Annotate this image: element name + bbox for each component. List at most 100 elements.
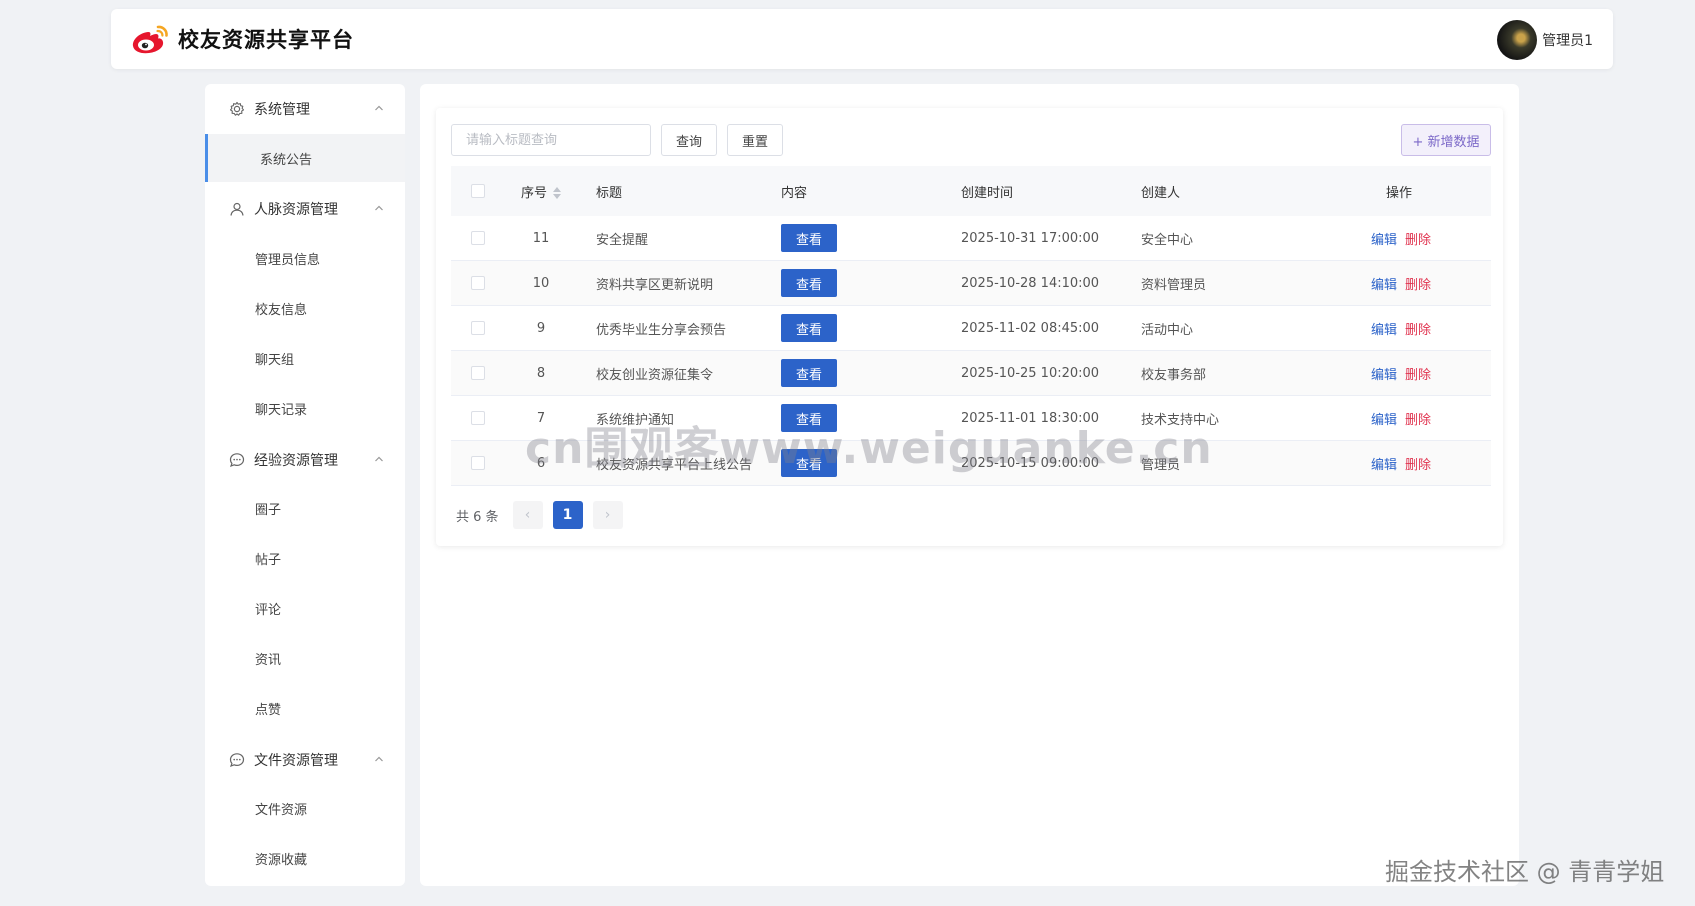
row-time: 2025-10-25 10:20:00 (961, 365, 1100, 381)
sidebar-item-comments[interactable]: 评论 (205, 584, 405, 632)
sort-icon[interactable] (553, 187, 562, 199)
sidebar-group-network[interactable]: 人脉资源管理 (205, 184, 405, 234)
row-actions: 编辑 删除 (1371, 364, 1431, 383)
table-header: 序号 标题 内容 创建时间 创建人 操作 (451, 166, 1491, 216)
column-header-id[interactable]: 序号 (521, 182, 562, 201)
row-id: 7 (536, 410, 546, 426)
delete-link[interactable]: 删除 (1405, 278, 1431, 293)
row-title: 校友创业资源征集令 (596, 367, 714, 383)
sidebar-group-files[interactable]: 文件资源管理 (205, 735, 405, 785)
row-actions: 编辑 删除 (1371, 454, 1431, 473)
delete-link[interactable]: 删除 (1405, 458, 1431, 473)
sidebar-group-system[interactable]: 系统管理 (205, 84, 405, 134)
edit-link[interactable]: 编辑 (1371, 413, 1397, 428)
view-button[interactable]: 查看 (781, 224, 837, 252)
view-button[interactable]: 查看 (781, 359, 837, 387)
row-title: 资料共享区更新说明 (596, 277, 714, 293)
user-name[interactable]: 管理员1 (1542, 30, 1593, 50)
sidebar-item-chat-group[interactable]: 聊天组 (205, 334, 405, 382)
row-checkbox[interactable] (471, 276, 485, 290)
column-header-title: 标题 (596, 185, 623, 201)
view-button[interactable]: 查看 (781, 404, 837, 432)
sidebar-item-news[interactable]: 资讯 (205, 634, 405, 682)
table-row: 8 校友创业资源征集令 查看 2025-10-25 10:20:00 校友事务部… (451, 351, 1491, 396)
sidebar-item-favorites[interactable]: 资源收藏 (205, 834, 405, 882)
delete-link[interactable]: 删除 (1405, 323, 1431, 338)
add-data-button[interactable]: + 新增数据 (1401, 124, 1491, 156)
row-time: 2025-10-31 17:00:00 (961, 230, 1100, 246)
row-creator: 活动中心 (1141, 322, 1194, 338)
row-id: 8 (536, 365, 546, 381)
chevron-up-icon (375, 456, 383, 462)
edit-link[interactable]: 编辑 (1371, 458, 1397, 473)
row-actions: 编辑 删除 (1371, 319, 1431, 338)
column-header-content: 内容 (781, 185, 808, 201)
page-number-button[interactable]: 1 (552, 501, 583, 529)
edit-link[interactable]: 编辑 (1371, 323, 1397, 338)
row-checkbox[interactable] (471, 456, 485, 470)
row-id: 6 (536, 455, 546, 471)
sidebar: 系统管理 系统公告 人脉资源管理 管理员信息 校友信息 聊天组 聊天记录 经验资… (205, 84, 405, 886)
row-checkbox[interactable] (471, 231, 485, 245)
app-title: 校友资源共享平台 (178, 28, 354, 52)
delete-link[interactable]: 删除 (1405, 413, 1431, 428)
user-menu[interactable]: 管理员1 (1497, 20, 1593, 60)
delete-link[interactable]: 删除 (1405, 233, 1431, 248)
row-checkbox[interactable] (471, 411, 485, 425)
view-button[interactable]: 查看 (781, 314, 837, 342)
row-creator: 资料管理员 (1141, 277, 1207, 293)
row-id: 11 (532, 230, 550, 246)
row-checkbox[interactable] (471, 321, 485, 335)
edit-link[interactable]: 编辑 (1371, 368, 1397, 383)
sidebar-item-chat-records[interactable]: 聊天记录 (205, 384, 405, 432)
row-time: 2025-10-15 09:00:00 (961, 455, 1100, 471)
row-time: 2025-10-28 14:10:00 (961, 275, 1100, 291)
chevron-right-icon: › (604, 507, 611, 523)
column-header-creator: 创建人 (1141, 185, 1181, 201)
sidebar-group-label: 人脉资源管理 (254, 202, 338, 218)
row-actions: 编辑 删除 (1371, 274, 1431, 293)
query-button[interactable]: 查询 (661, 124, 717, 156)
announcement-table: 序号 标题 内容 创建时间 创建人 操作 11 安全提醒 查看 2025-10-… (451, 166, 1491, 486)
row-checkbox[interactable] (471, 366, 485, 380)
sidebar-item-circle[interactable]: 圈子 (205, 484, 405, 532)
edit-link[interactable]: 编辑 (1371, 278, 1397, 293)
pagination-total: 共 6 条 (456, 509, 499, 525)
pagination: 共 6 条 ‹ 1 › (456, 501, 633, 529)
sidebar-item-admin-info[interactable]: 管理员信息 (205, 234, 405, 282)
row-time: 2025-11-01 18:30:00 (961, 410, 1100, 426)
chevron-up-icon (375, 105, 383, 111)
sidebar-group-experience[interactable]: 经验资源管理 (205, 435, 405, 485)
row-creator: 技术支持中心 (1141, 412, 1220, 428)
user-icon (228, 200, 246, 218)
reset-button[interactable]: 重置 (727, 124, 783, 156)
row-creator: 校友事务部 (1141, 367, 1207, 383)
main-content: 查询 重置 + 新增数据 序号 标题 内容 创建时间 创建人 操作 11 安全提… (420, 84, 1519, 886)
sidebar-item-likes[interactable]: 点赞 (205, 684, 405, 732)
chevron-up-icon (375, 756, 383, 762)
delete-link[interactable]: 删除 (1405, 368, 1431, 383)
avatar[interactable] (1497, 20, 1538, 60)
row-title: 安全提醒 (596, 232, 649, 248)
logo[interactable]: 校友资源共享平台 (131, 23, 354, 55)
table-row: 7 系统维护通知 查看 2025-11-01 18:30:00 技术支持中心 编… (451, 396, 1491, 441)
row-title: 校友资源共享平台上线公告 (596, 457, 753, 473)
sidebar-item-posts[interactable]: 帖子 (205, 534, 405, 582)
row-creator: 安全中心 (1141, 232, 1194, 248)
row-time: 2025-11-02 08:45:00 (961, 320, 1100, 336)
top-header: 校友资源共享平台 管理员1 (111, 9, 1613, 69)
search-input[interactable] (451, 124, 651, 156)
weibo-logo-icon (132, 25, 168, 54)
select-all-checkbox[interactable] (471, 184, 485, 198)
sidebar-item-announcement[interactable]: 系统公告 (205, 134, 405, 182)
view-button[interactable]: 查看 (781, 449, 837, 477)
row-title: 优秀毕业生分享会预告 (596, 322, 727, 338)
edit-link[interactable]: 编辑 (1371, 233, 1397, 248)
sidebar-group-label: 文件资源管理 (254, 753, 338, 769)
prev-page-button[interactable]: ‹ (512, 501, 543, 529)
next-page-button[interactable]: › (592, 501, 623, 529)
view-button[interactable]: 查看 (781, 269, 837, 297)
table-row: 10 资料共享区更新说明 查看 2025-10-28 14:10:00 资料管理… (451, 261, 1491, 306)
sidebar-item-file-resources[interactable]: 文件资源 (205, 784, 405, 832)
sidebar-item-alumni-info[interactable]: 校友信息 (205, 284, 405, 332)
